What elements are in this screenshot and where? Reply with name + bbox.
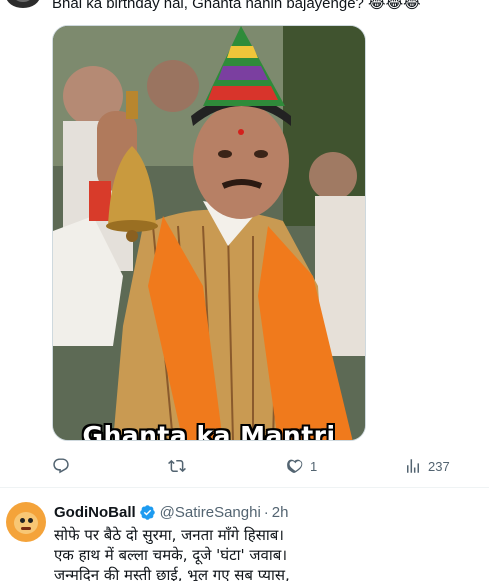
avatar[interactable]	[6, 502, 46, 542]
tweet-line: एक हाथ में बल्ला चमके, दूजे 'घंटा' जवाब।	[54, 546, 288, 564]
tweet-media-image[interactable]: Ghanta ka Mantri	[52, 25, 366, 441]
tweet-text: Bhai ka birthday hai, Ghanta nahin bajay…	[52, 0, 421, 12]
tweet-card[interactable]: GodiNoBall @SatireSanghi · 2h सोफे पर बै…	[0, 488, 489, 581]
avatar-eye	[28, 518, 33, 523]
heart-icon	[287, 459, 303, 473]
reply-button[interactable]	[52, 454, 76, 478]
tweet-header: GodiNoBall @SatireSanghi · 2h	[54, 502, 288, 522]
avatar-eye	[20, 518, 25, 523]
tweet-text: सोफे पर बैठे दो सुरमा, जनता माँगे हिसाब।…	[54, 525, 290, 581]
avatar[interactable]	[6, 0, 40, 8]
meme-caption: Ghanta ka Mantri	[82, 421, 336, 441]
display-name[interactable]: GodiNoBall	[54, 504, 136, 521]
retweet-icon	[168, 459, 186, 473]
verified-badge-icon	[139, 504, 155, 520]
reply-icon	[53, 458, 69, 474]
retweet-button[interactable]	[168, 454, 192, 478]
like-button[interactable]: 1	[286, 454, 317, 478]
avatar-face	[14, 512, 38, 534]
views-icon	[407, 459, 419, 473]
tweet-line: सोफे पर बैठे दो सुरमा, जनता माँगे हिसाब।	[54, 526, 284, 544]
views-button[interactable]: 237	[404, 454, 450, 478]
user-handle[interactable]: @SatireSanghi	[160, 504, 261, 521]
timestamp[interactable]: 2h	[272, 504, 289, 521]
tweet-line: जन्मदिन की मस्ती छाई, भूल गए सब प्यास,	[54, 566, 290, 581]
avatar-mouth	[21, 527, 31, 530]
tweet-card[interactable]: Bhai ka birthday hai, Ghanta nahin bajay…	[0, 0, 489, 487]
tweet-actions: 1 237	[52, 454, 452, 478]
meme-image	[53, 26, 365, 440]
separator-dot: ·	[263, 503, 269, 521]
